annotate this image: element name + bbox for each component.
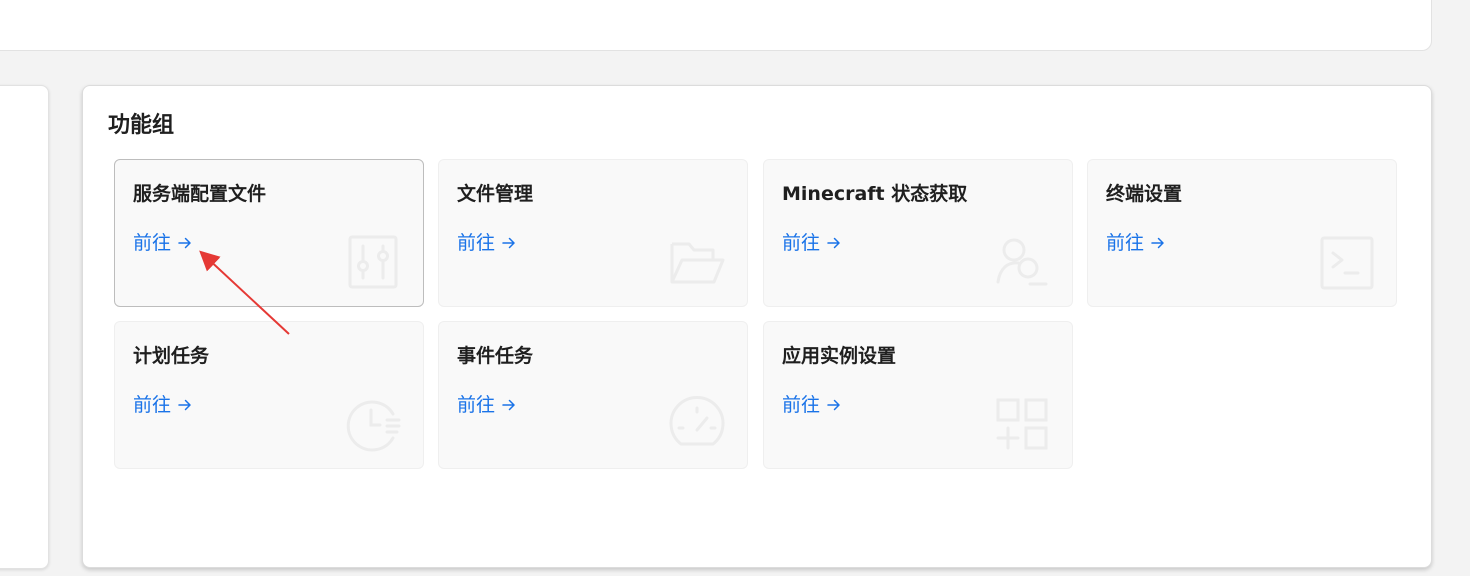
clock-list-icon — [343, 394, 403, 454]
user-search-icon — [992, 232, 1052, 292]
goto-link[interactable]: 前往 — [133, 231, 193, 255]
card-title: Minecraft 状态获取 — [782, 183, 968, 205]
goto-link[interactable]: 前往 — [1106, 231, 1166, 255]
grid-add-icon — [992, 394, 1052, 454]
card-server-config[interactable]: 服务端配置文件 前往 — [114, 159, 424, 307]
arrow-right-icon — [501, 397, 517, 413]
goto-link[interactable]: 前往 — [133, 393, 193, 417]
goto-link-label: 前往 — [782, 232, 821, 254]
goto-link[interactable]: 前往 — [782, 231, 842, 255]
goto-link-label: 前往 — [1106, 232, 1145, 254]
card-title: 事件任务 — [457, 345, 534, 367]
arrow-right-icon — [826, 235, 842, 251]
arrow-right-icon — [1150, 235, 1166, 251]
arrow-right-icon — [826, 397, 842, 413]
goto-link[interactable]: 前往 — [457, 393, 517, 417]
arrow-right-icon — [177, 235, 193, 251]
top-panel — [0, 0, 1432, 51]
sliders-icon — [343, 232, 403, 292]
arrow-right-icon — [177, 397, 193, 413]
arrow-right-icon — [501, 235, 517, 251]
card-title: 终端设置 — [1106, 183, 1183, 205]
card-title: 应用实例设置 — [782, 345, 897, 367]
goto-link-label: 前往 — [457, 394, 496, 416]
card-terminal-settings[interactable]: 终端设置 前往 — [1087, 159, 1397, 307]
card-scheduled-tasks[interactable]: 计划任务 前往 — [114, 321, 424, 469]
feature-group-panel: 功能组 服务端配置文件 前往 文件管理 前往 Minecraft 状态获取 前往… — [82, 85, 1432, 568]
goto-link-label: 前往 — [133, 232, 172, 254]
card-title: 计划任务 — [133, 345, 210, 367]
goto-link-label: 前往 — [133, 394, 172, 416]
folder-open-icon — [667, 232, 727, 292]
card-file-management[interactable]: 文件管理 前往 — [438, 159, 748, 307]
left-panel — [0, 85, 49, 569]
goto-link-label: 前往 — [457, 232, 496, 254]
goto-link[interactable]: 前往 — [457, 231, 517, 255]
card-minecraft-status[interactable]: Minecraft 状态获取 前往 — [763, 159, 1073, 307]
card-title: 文件管理 — [457, 183, 534, 205]
panel-title: 功能组 — [108, 113, 175, 138]
card-instance-settings[interactable]: 应用实例设置 前往 — [763, 321, 1073, 469]
card-event-tasks[interactable]: 事件任务 前往 — [438, 321, 748, 469]
speedometer-icon — [667, 394, 727, 454]
goto-link[interactable]: 前往 — [782, 393, 842, 417]
terminal-icon — [1316, 232, 1376, 292]
card-title: 服务端配置文件 — [133, 183, 267, 205]
goto-link-label: 前往 — [782, 394, 821, 416]
